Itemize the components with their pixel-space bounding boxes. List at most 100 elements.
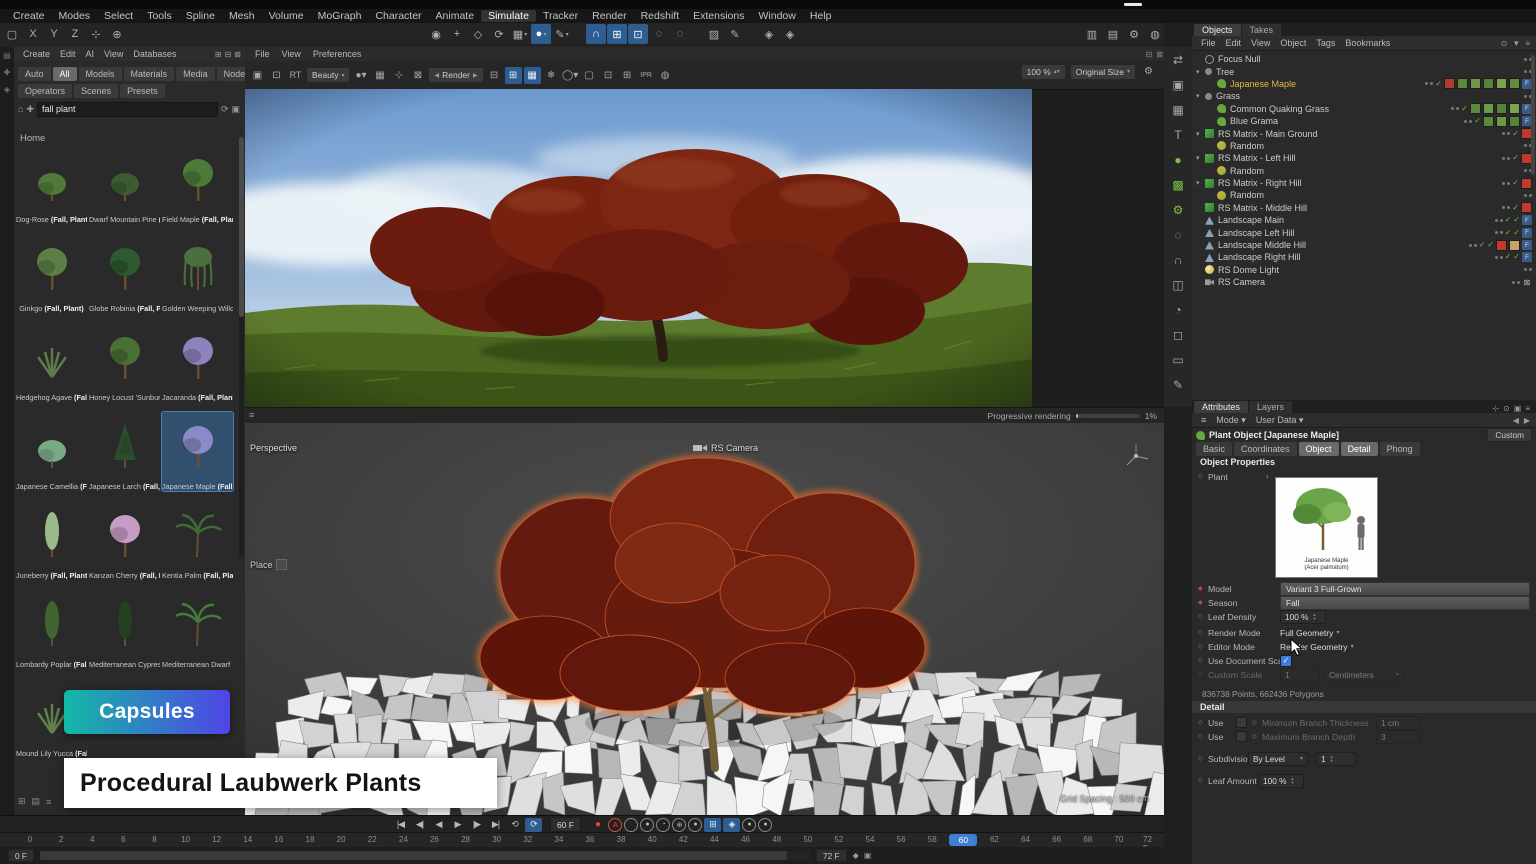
timeline-cam-icon[interactable]: ▣	[864, 851, 872, 860]
x-lock-button[interactable]: X	[23, 24, 43, 44]
pen-mode-icon[interactable]: ✎	[1164, 372, 1192, 397]
panel-dock-icon[interactable]: ⊞	[215, 50, 222, 59]
asset-item[interactable]: Dwarf Mountain Pine (...	[89, 145, 160, 224]
current-frame-field[interactable]: 60 F	[550, 817, 581, 832]
play-button[interactable]: ▶	[449, 818, 466, 832]
range-start-field[interactable]: 0 F	[8, 849, 34, 862]
menu-volume[interactable]: Volume	[262, 10, 311, 22]
asset-item[interactable]: Lombardy Poplar (Fall...	[16, 590, 87, 669]
rotate-tool-icon[interactable]: ⟳	[489, 24, 509, 44]
detail-view-icon[interactable]: ≡	[46, 797, 51, 807]
render-view-menu-preferences[interactable]: Preferences	[307, 49, 368, 59]
mini-axis-gizmo[interactable]	[1121, 441, 1151, 471]
live-selection-icon[interactable]: ◉	[426, 24, 446, 44]
dome-icon[interactable]: ◯▾	[562, 67, 579, 84]
object-row[interactable]: ▾RS Matrix - Main Ground✓	[1192, 127, 1536, 139]
editor-visibility-dot[interactable]	[1524, 268, 1527, 271]
object-row[interactable]: Blue Grama✓F	[1192, 115, 1536, 127]
editor-visibility-dot[interactable]	[1524, 58, 1527, 61]
attr-tab-coordinates[interactable]: Coordinates	[1234, 442, 1297, 456]
render-visibility-dot[interactable]	[1500, 231, 1503, 234]
object-row[interactable]: Landscape Middle Hill✓✓F	[1192, 239, 1536, 251]
season-dropdown[interactable]: Fall	[1280, 596, 1530, 610]
mode-a-icon[interactable]: ◌	[649, 24, 669, 44]
z-lock-button[interactable]: Z	[65, 24, 85, 44]
ipr-chip[interactable]: IPR	[638, 67, 655, 84]
mode-b-icon[interactable]: ◌	[670, 24, 690, 44]
compare-dropdown[interactable]: ◀Render▶	[428, 67, 483, 83]
plant-preview-thumbnail[interactable]: Japanese Maple (Acer palmatum)	[1275, 477, 1378, 578]
asset-menu-view[interactable]: View	[99, 49, 128, 59]
leaf-density-field[interactable]: 100 %▲▼	[1280, 610, 1326, 624]
keyframe-presets-button[interactable]: ◈	[723, 818, 740, 832]
menu-tools[interactable]: Tools	[140, 10, 179, 22]
goto-end-button[interactable]: ▶|	[487, 818, 504, 832]
editor-visibility-dot[interactable]	[1502, 206, 1505, 209]
editor-visibility-dot[interactable]	[1451, 107, 1454, 110]
timeline-scrubber[interactable]: 60	[949, 834, 977, 846]
object-row[interactable]: ▾Tree	[1192, 65, 1536, 77]
coord-system-icon[interactable]: ⊕	[107, 24, 127, 44]
material-chip[interactable]	[1509, 78, 1520, 89]
quantize-icon[interactable]: ⊡	[628, 24, 648, 44]
paint-icon[interactable]: ✎	[725, 24, 745, 44]
material-chip[interactable]	[1457, 78, 1468, 89]
editor-visibility-dot[interactable]	[1464, 120, 1467, 123]
asset-item-selected[interactable]: Japanese Maple (Fall, ...	[162, 412, 233, 491]
refresh-icon[interactable]: ⟳	[221, 104, 229, 115]
expander-icon[interactable]: ▾	[1196, 92, 1205, 100]
menu-create[interactable]: Create	[6, 10, 52, 22]
snapshot-grid-icon[interactable]: ⊞	[505, 67, 522, 84]
range-end-field[interactable]: 72 F	[816, 849, 847, 862]
rv-close-icon[interactable]: ⊠	[1156, 50, 1163, 59]
asset-item[interactable]: Mediterranean Cypres...	[89, 590, 160, 669]
panel-float-icon[interactable]: ⊟	[225, 50, 232, 59]
object-row[interactable]: RS Dome Light	[1192, 264, 1536, 276]
prev-key-button[interactable]: ◀|	[411, 818, 428, 832]
enabled-check-icon[interactable]: ✓	[1513, 216, 1520, 224]
tweak-mode-icon[interactable]: ◌	[1164, 222, 1192, 247]
material-chip[interactable]	[1521, 202, 1532, 213]
menu-redshift[interactable]: Redshift	[634, 10, 687, 22]
render-visibility-dot[interactable]	[1507, 157, 1510, 160]
material-chip[interactable]	[1496, 240, 1507, 251]
editor-visibility-dot[interactable]	[1524, 70, 1527, 73]
grid-view-icon[interactable]: ⊞	[18, 796, 26, 807]
position-key-button[interactable]: ●	[640, 818, 654, 832]
editor-visibility-dot[interactable]	[1512, 281, 1515, 284]
object-row[interactable]: Focus Null	[1192, 53, 1536, 65]
timeline-scrollbar[interactable]	[40, 851, 810, 860]
asset-tab-auto[interactable]: Auto	[18, 67, 51, 81]
object-row[interactable]: Random	[1192, 140, 1536, 152]
prev-frame-button[interactable]: ◀	[430, 818, 447, 832]
autokey-button[interactable]: A	[608, 818, 622, 832]
snowflake-icon[interactable]: ❄	[543, 67, 560, 84]
y-lock-button[interactable]: Y	[44, 24, 64, 44]
asset-item[interactable]: Honey Locust 'Sunbur...	[89, 323, 160, 402]
enabled-check-icon[interactable]: ✓	[1512, 130, 1519, 138]
ab-compare-icon[interactable]: ⊟	[486, 67, 503, 84]
editor-visibility-dot[interactable]	[1502, 182, 1505, 185]
expander-icon[interactable]: ▾	[1196, 130, 1205, 138]
render-visibility-dot[interactable]	[1500, 219, 1503, 222]
object-row[interactable]: Japanese Maple✓F	[1192, 78, 1536, 90]
expander-icon[interactable]: ▾	[1196, 68, 1205, 76]
enabled-check-icon[interactable]: ✓	[1513, 229, 1520, 237]
parameter-key-button[interactable]: ●	[688, 818, 702, 832]
snap-mode-icon[interactable]: ∩	[1164, 247, 1192, 272]
material-chip[interactable]	[1444, 78, 1455, 89]
material-chip[interactable]	[1521, 178, 1532, 189]
menu-modes[interactable]: Modes	[52, 10, 98, 22]
rv-float-icon[interactable]: ⊟	[1146, 50, 1153, 59]
enabled-check-icon[interactable]: ✓	[1435, 80, 1442, 88]
render-visibility-dot[interactable]	[1507, 132, 1510, 135]
editor-visibility-dot[interactable]	[1502, 132, 1505, 135]
asset-menu-edit[interactable]: Edit	[55, 49, 81, 59]
render-visibility-dot[interactable]	[1430, 82, 1433, 85]
snap-grid-icon[interactable]: ⊞	[607, 24, 627, 44]
asset-item[interactable]: Kentia Palm (Fall, Plant)	[162, 501, 233, 580]
asset-subtab-operators[interactable]: Operators	[18, 84, 72, 98]
menu-character[interactable]: Character	[368, 10, 428, 22]
custom-button[interactable]: Custom	[1487, 428, 1532, 442]
save-image-icon[interactable]: ▣	[249, 67, 266, 84]
